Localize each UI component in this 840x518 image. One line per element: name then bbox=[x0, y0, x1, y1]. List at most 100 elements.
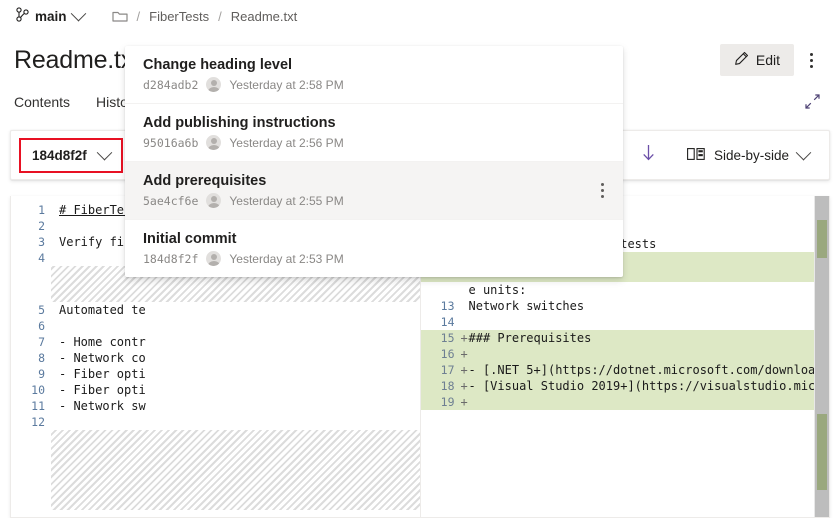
diff-line: 17+- [.NET 5+](https://dotnet.microsoft.… bbox=[421, 362, 830, 378]
branch-selector[interactable]: main bbox=[14, 4, 90, 28]
code-text: Automated te bbox=[59, 302, 146, 318]
line-number: 3 bbox=[11, 234, 51, 250]
view-mode-selector[interactable]: Side-by-side bbox=[679, 141, 817, 170]
diff-marker bbox=[51, 218, 59, 234]
commit-date: Yesterday at 2:58 PM bbox=[229, 78, 343, 92]
diff-marker bbox=[461, 282, 469, 298]
breadcrumb-separator-2: / bbox=[218, 9, 222, 24]
code-text: - Network co bbox=[59, 350, 146, 366]
scroll-diff-marker bbox=[817, 220, 827, 258]
code-text: - [.NET 5+](https://dotnet.microsoft.com… bbox=[469, 362, 830, 378]
commit-meta: 5ae4cf6eYesterday at 2:55 PM bbox=[143, 193, 344, 208]
diff-line: 8 - Network co bbox=[11, 350, 420, 366]
line-number: 11 bbox=[11, 398, 51, 414]
diff-line: 7 - Home contr bbox=[11, 334, 420, 350]
commit-date: Yesterday at 2:56 PM bbox=[229, 136, 343, 150]
base-commit-selector[interactable]: 184d8f2f bbox=[23, 143, 119, 168]
commit-menu-item[interactable]: Change heading level d284adb2Yesterday at… bbox=[125, 46, 623, 104]
line-number: 7 bbox=[11, 334, 51, 350]
diff-line: 15+### Prerequisites bbox=[421, 330, 830, 346]
diff-marker: + bbox=[461, 362, 469, 378]
arrow-down-icon bbox=[641, 143, 656, 167]
commit-dropdown-menu[interactable]: Change heading level d284adb2Yesterday at… bbox=[125, 46, 623, 277]
diff-marker bbox=[51, 414, 59, 430]
commit-date: Yesterday at 2:53 PM bbox=[229, 252, 343, 266]
folder-icon[interactable] bbox=[112, 10, 128, 23]
diff-marker bbox=[51, 382, 59, 398]
line-number: 6 bbox=[11, 318, 51, 334]
diff-line: 13Network switches bbox=[421, 298, 830, 314]
commit-menu-item[interactable]: Add publishing instructions 95016a6b Yeste… bbox=[125, 104, 623, 162]
line-number: 8 bbox=[11, 350, 51, 366]
diff-marker bbox=[461, 314, 469, 330]
avatar bbox=[206, 135, 221, 150]
tab-contents-label: Contents bbox=[14, 94, 70, 110]
avatar bbox=[206, 193, 221, 208]
commit-message: Add prerequisites bbox=[143, 173, 344, 189]
code-text: - Fiber opti bbox=[59, 382, 146, 398]
line-number: 15 bbox=[421, 330, 461, 346]
diff-marker bbox=[51, 350, 59, 366]
line-number: 2 bbox=[11, 218, 51, 234]
breadcrumb-item-readme[interactable]: Readme.txt bbox=[231, 9, 297, 24]
page-title: Readme.txt bbox=[14, 46, 140, 75]
line-number: 14 bbox=[421, 314, 461, 330]
commit-meta: 95016a6b Yesterday at 2:56 PM bbox=[143, 135, 344, 150]
code-text: Network switches bbox=[469, 298, 585, 314]
base-commit-label: 184d8f2f bbox=[32, 148, 87, 163]
commit-menu-item-body: Add prerequisites 5ae4cf6eYesterday at 2:… bbox=[143, 173, 344, 208]
commit-meta: 184d8f2fYesterday at 2:53 PM bbox=[143, 251, 344, 266]
pencil-icon bbox=[734, 51, 749, 69]
line-number: 19 bbox=[421, 394, 461, 410]
diff-marker bbox=[51, 202, 59, 218]
diff-marker bbox=[51, 250, 59, 266]
code-text: - Network sw bbox=[59, 398, 146, 414]
diff-line: 14 bbox=[421, 314, 830, 330]
line-number: 12 bbox=[11, 414, 51, 430]
git-branch-icon bbox=[16, 7, 29, 25]
line-number: 17 bbox=[421, 362, 461, 378]
commit-menu-item[interactable]: Initial commit184d8f2fYesterday at 2:53 … bbox=[125, 220, 623, 277]
code-text: - [Visual Studio 2019+](https://visualst… bbox=[469, 378, 830, 394]
line-number: 9 bbox=[11, 366, 51, 382]
diff-line: 11 - Network sw bbox=[11, 398, 420, 414]
line-number: 10 bbox=[11, 382, 51, 398]
scroll-diff-marker-2 bbox=[817, 414, 827, 490]
commit-hash: 95016a6b bbox=[143, 136, 198, 150]
vertical-scrollbar[interactable] bbox=[815, 196, 829, 517]
commit-hash: 5ae4cf6e bbox=[143, 194, 198, 208]
edit-button-label: Edit bbox=[756, 52, 780, 68]
more-options-button[interactable] bbox=[796, 44, 826, 76]
code-text: - Home contr bbox=[59, 334, 146, 350]
diff-marker: + bbox=[461, 346, 469, 362]
kebab-menu-icon bbox=[810, 51, 813, 69]
diff-line: 5Automated te bbox=[11, 302, 420, 318]
title-actions: Edit bbox=[720, 44, 826, 76]
chevron-down-icon bbox=[97, 144, 113, 160]
diff-line: 6 bbox=[11, 318, 420, 334]
commit-meta: d284adb2Yesterday at 2:58 PM bbox=[143, 77, 344, 92]
diff-marker bbox=[51, 366, 59, 382]
diff-marker: + bbox=[461, 330, 469, 346]
tab-contents[interactable]: Contents bbox=[14, 82, 83, 122]
commit-menu-item[interactable]: Add prerequisites 5ae4cf6eYesterday at 2:… bbox=[125, 162, 623, 220]
side-by-side-icon bbox=[687, 147, 705, 164]
commit-item-more-button[interactable] bbox=[598, 177, 607, 203]
code-text: ### Prerequisites bbox=[469, 330, 592, 346]
next-diff-button[interactable] bbox=[633, 139, 665, 171]
breadcrumb-item-fibertests[interactable]: FiberTests bbox=[149, 9, 209, 24]
diff-marker: + bbox=[461, 394, 469, 410]
chevron-down-icon bbox=[796, 144, 812, 160]
diff-line: e units: bbox=[421, 282, 830, 298]
commit-message: Add publishing instructions bbox=[143, 115, 344, 131]
diff-line: 9- Fiber opti bbox=[11, 366, 420, 382]
commit-menu-item-body: Initial commit184d8f2fYesterday at 2:53 … bbox=[143, 231, 344, 266]
fullscreen-expand-button[interactable] bbox=[798, 90, 826, 118]
avatar bbox=[206, 77, 221, 92]
diff-marker bbox=[51, 398, 59, 414]
commit-message: Change heading level bbox=[143, 57, 344, 73]
diff-line: 12 bbox=[11, 414, 420, 430]
diff-marker bbox=[51, 334, 59, 350]
diff-marker bbox=[51, 318, 59, 334]
edit-button[interactable]: Edit bbox=[720, 44, 794, 76]
